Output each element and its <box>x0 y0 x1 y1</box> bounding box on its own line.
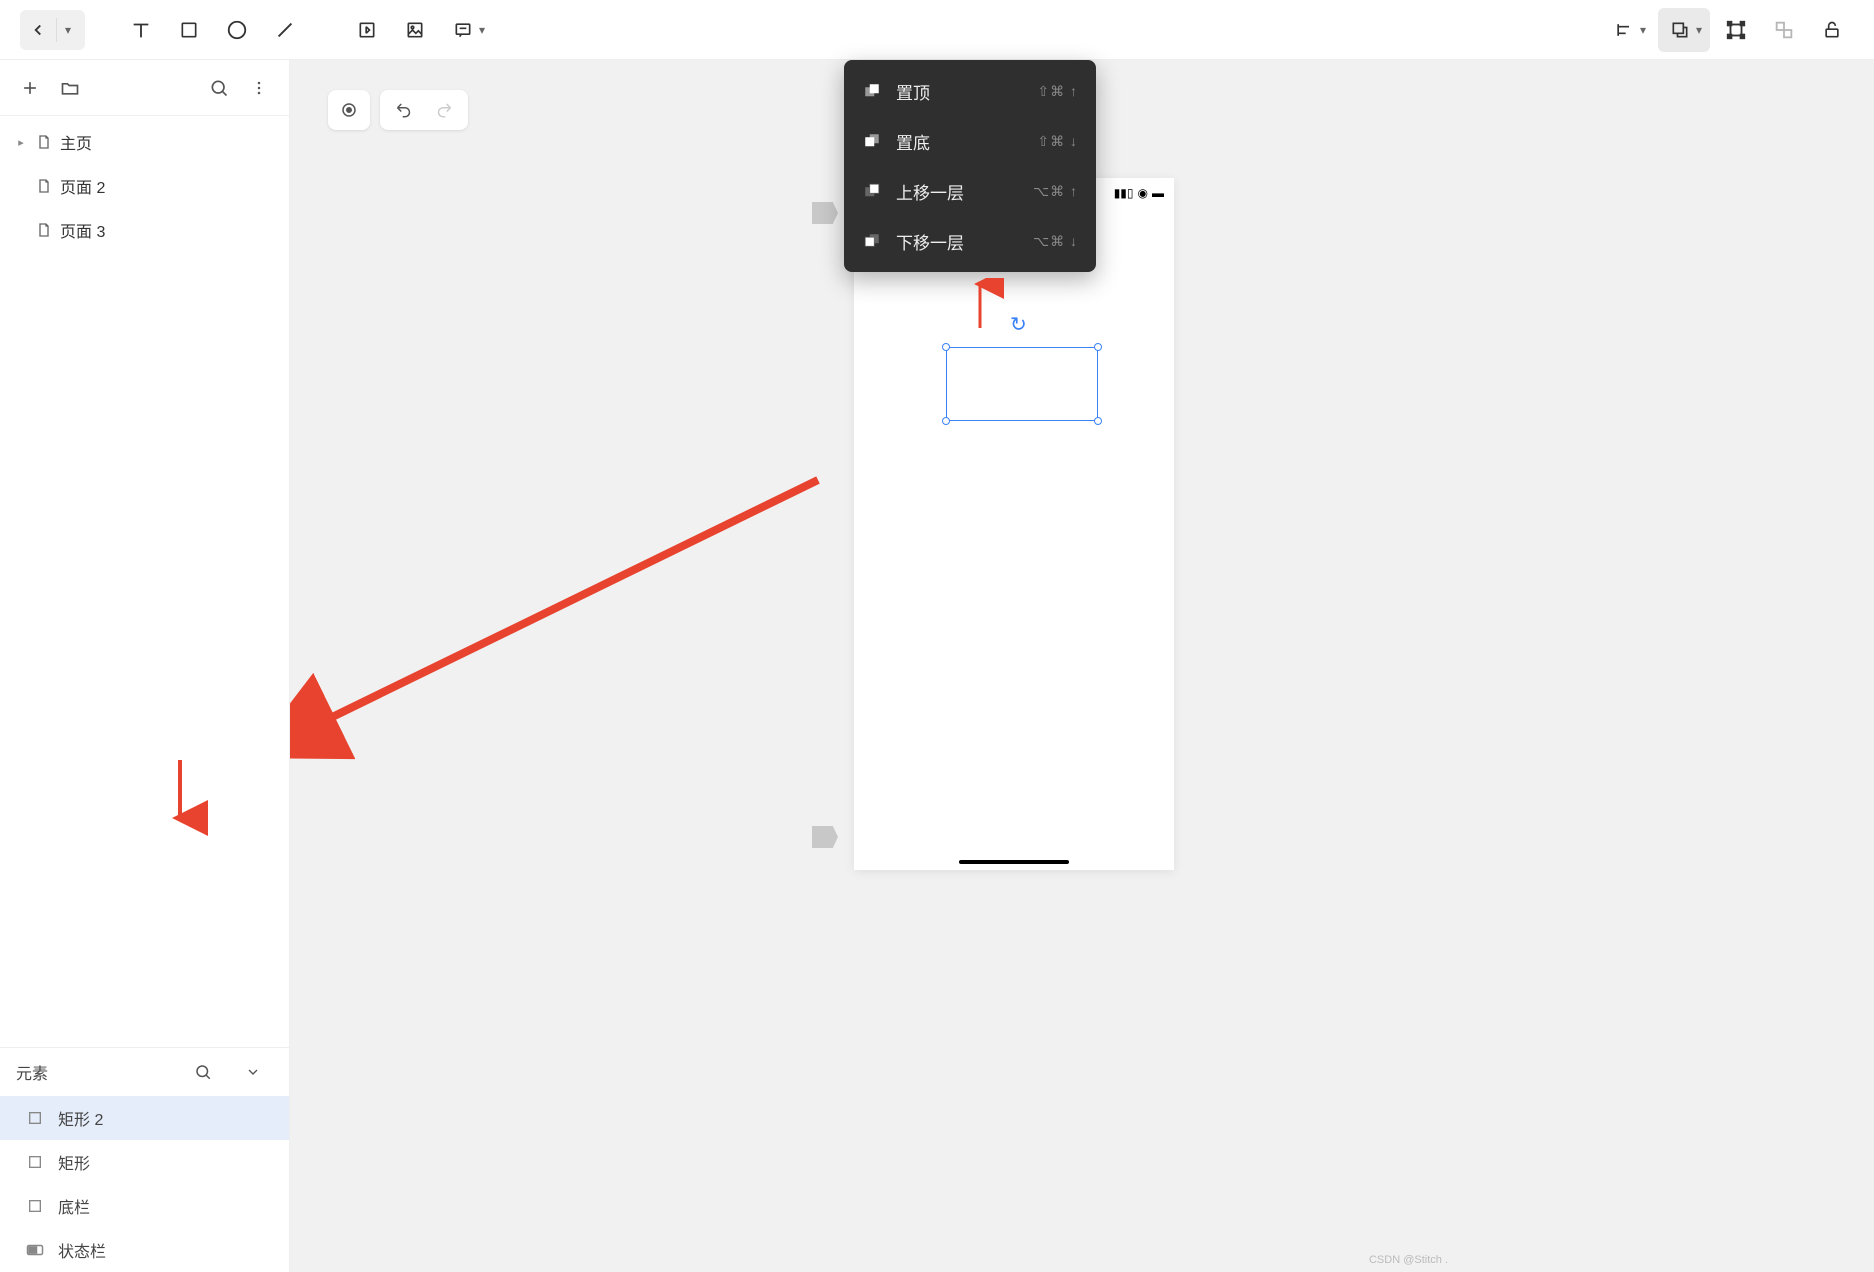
search-pages-button[interactable] <box>199 68 239 108</box>
layer-item-rect2[interactable]: 矩形 2 <box>0 1096 289 1140</box>
arrange-dropdown-button[interactable]: ▾ <box>1658 8 1710 52</box>
layer-item-bottombar[interactable]: 底栏 <box>0 1184 289 1228</box>
menu-move-up[interactable]: 上移一层 ⌥⌘ ↑ <box>844 166 1096 216</box>
add-page-button[interactable] <box>10 68 50 108</box>
page-icon <box>36 178 52 194</box>
ellipse-tool[interactable] <box>215 8 259 52</box>
top-toolbar: ▾ ▾ ▾ ▾ <box>0 0 1874 60</box>
selected-rectangle[interactable] <box>946 347 1098 421</box>
bar-icon <box>26 1241 44 1259</box>
artboard-phone[interactable]: ▮▮▯ ◉ ▬ <box>854 178 1174 870</box>
text-tool[interactable] <box>119 8 163 52</box>
align-dropdown[interactable]: ▾ <box>1602 8 1654 52</box>
handle-nw[interactable] <box>942 343 950 351</box>
search-layers-button[interactable] <box>183 1052 223 1092</box>
watermark: CSDN @Stitch . <box>1369 1254 1448 1266</box>
handle-se[interactable] <box>1094 417 1102 425</box>
menu-label: 置顶 <box>896 79 1023 104</box>
battery-icon: ▬ <box>1152 186 1164 200</box>
layers-title: 元素 <box>16 1060 48 1084</box>
folder-button[interactable] <box>50 68 90 108</box>
rectangle-icon <box>26 1109 44 1127</box>
page-item-3[interactable]: 页面 3 <box>0 208 289 252</box>
toolbar-right: ▾ ▾ <box>1602 8 1854 52</box>
menu-label: 置底 <box>896 129 1023 154</box>
floating-toolbar <box>328 90 468 130</box>
line-tool[interactable] <box>263 8 307 52</box>
redo-button[interactable] <box>424 90 468 130</box>
lock-tool[interactable] <box>1810 8 1854 52</box>
page-icon <box>36 134 52 150</box>
caret-icon[interactable]: ▸ <box>14 136 28 149</box>
target-button[interactable] <box>328 90 370 130</box>
send-back-icon <box>862 131 882 151</box>
component-tool[interactable] <box>345 8 389 52</box>
note-tag-1[interactable] <box>812 202 838 224</box>
page-label: 页面 3 <box>60 218 105 242</box>
layer-label: 矩形 <box>58 1150 90 1174</box>
page-label: 主页 <box>60 130 92 154</box>
menu-send-to-back[interactable]: 置底 ⇧⌘ ↓ <box>844 116 1096 166</box>
menu-shortcut: ⇧⌘ ↑ <box>1037 83 1078 100</box>
note-tag-2[interactable] <box>812 826 838 848</box>
page-item-2[interactable]: 页面 2 <box>0 164 289 208</box>
move-down-icon <box>862 231 882 251</box>
back-button-group: ▾ <box>20 10 85 50</box>
arrange-dropdown: 置顶 ⇧⌘ ↑ 置底 ⇧⌘ ↓ 上移一层 ⌥⌘ ↑ 下移一层 ⌥⌘ ↓ <box>844 60 1096 272</box>
home-indicator <box>959 860 1069 864</box>
rectangle-icon <box>26 1197 44 1215</box>
ungroup-tool[interactable] <box>1762 8 1806 52</box>
menu-shortcut: ⌥⌘ ↓ <box>1033 233 1078 250</box>
more-button[interactable] <box>239 68 279 108</box>
sidebar-top-bar <box>0 60 289 116</box>
layer-item-statusbar[interactable]: 状态栏 <box>0 1228 289 1272</box>
rotate-handle[interactable]: ↻ <box>1010 312 1027 337</box>
signal-icon: ▮▮▯ <box>1114 186 1134 200</box>
image-tool[interactable] <box>393 8 437 52</box>
menu-move-down[interactable]: 下移一层 ⌥⌘ ↓ <box>844 216 1096 266</box>
menu-label: 上移一层 <box>896 179 1019 204</box>
page-item-home[interactable]: ▸ 主页 <box>0 120 289 164</box>
rectangle-tool[interactable] <box>167 8 211 52</box>
menu-label: 下移一层 <box>896 229 1019 254</box>
menu-shortcut: ⌥⌘ ↑ <box>1033 183 1078 200</box>
undo-button[interactable] <box>380 90 424 130</box>
wifi-icon: ◉ <box>1138 186 1148 200</box>
move-up-icon <box>862 181 882 201</box>
layer-item-rect[interactable]: 矩形 <box>0 1140 289 1184</box>
layers-header: 元素 <box>0 1048 289 1096</box>
back-button[interactable] <box>20 10 56 50</box>
status-bar: ▮▮▯ ◉ ▬ <box>1114 186 1164 200</box>
page-icon <box>36 222 52 238</box>
left-sidebar: ▸ 主页 页面 2 页面 3 元素 矩形 2 矩形 <box>0 60 290 1272</box>
layer-label: 状态栏 <box>58 1238 106 1262</box>
comment-tool[interactable]: ▾ <box>441 8 493 52</box>
layer-label: 底栏 <box>58 1194 90 1218</box>
page-label: 页面 2 <box>60 174 105 198</box>
bring-front-icon <box>862 81 882 101</box>
pages-list: ▸ 主页 页面 2 页面 3 <box>0 116 289 252</box>
menu-shortcut: ⇧⌘ ↓ <box>1037 133 1078 150</box>
back-dropdown[interactable]: ▾ <box>57 10 85 50</box>
collapse-layers-button[interactable] <box>233 1052 273 1092</box>
rectangle-icon <box>26 1153 44 1171</box>
menu-bring-to-front[interactable]: 置顶 ⇧⌘ ↑ <box>844 66 1096 116</box>
layers-section: 元素 矩形 2 矩形 底栏 状态栏 <box>0 1047 289 1272</box>
handle-sw[interactable] <box>942 417 950 425</box>
canvas[interactable]: ▮▮▯ ◉ ▬ ↻ 置顶 ⇧⌘ ↑ 置底 ⇧⌘ ↓ 上移一层 ⌥⌘ ↑ <box>290 60 1874 1272</box>
handle-ne[interactable] <box>1094 343 1102 351</box>
group-tool[interactable] <box>1714 8 1758 52</box>
undo-redo-group <box>380 90 468 130</box>
layer-label: 矩形 2 <box>58 1106 103 1130</box>
